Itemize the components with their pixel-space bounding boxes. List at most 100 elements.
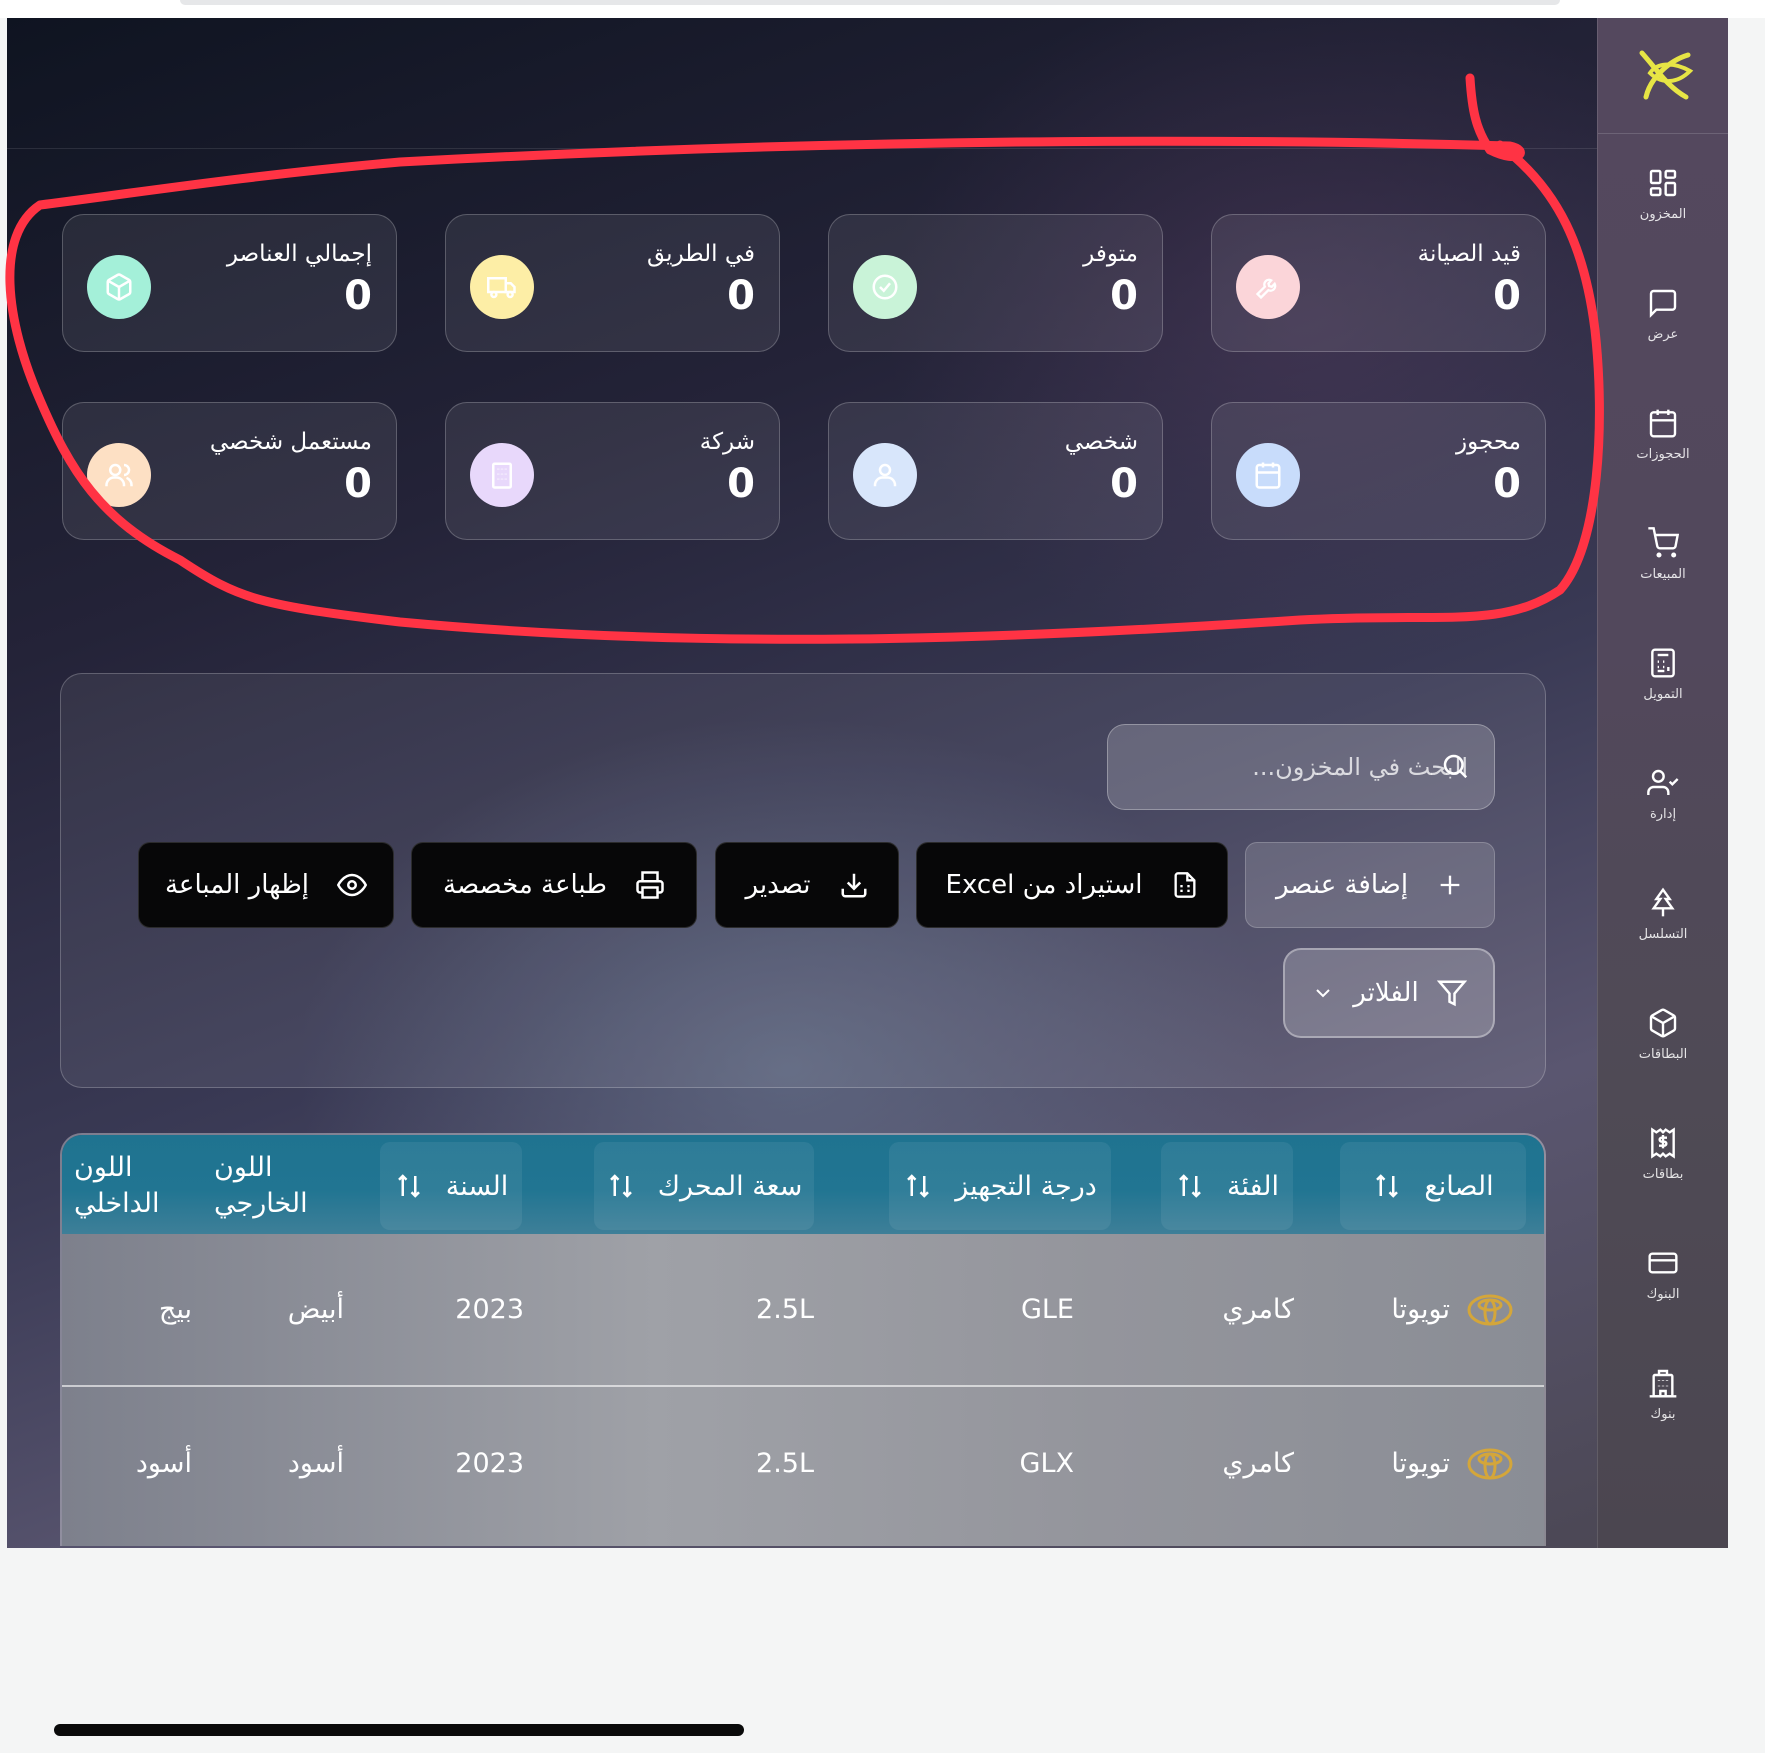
sidebar-item-label: البطاقات <box>1638 1046 1688 1062</box>
credit-card-icon <box>1648 1251 1678 1274</box>
tree-icon <box>1651 887 1675 916</box>
printer-icon <box>636 871 664 899</box>
calculator-icon <box>1651 647 1675 678</box>
stat-card-reserved[interactable]: محجوز 0 <box>1211 402 1546 540</box>
sidebar: المخزون عرض الحجوزات المبيعات التمويل إد… <box>1597 18 1728 1548</box>
custom-print-button[interactable]: طباعة مخصصة <box>411 842 697 928</box>
column-header-trim[interactable]: درجة التجهيز <box>889 1142 1111 1230</box>
column-header-year[interactable]: السنة <box>380 1142 522 1230</box>
stat-title: في الطريق <box>646 241 755 267</box>
sidebar-item-financing[interactable]: التمويل <box>1598 614 1728 734</box>
stat-card-total[interactable]: إجمالي العناصر 0 <box>62 214 397 352</box>
stat-icon-badge <box>470 443 534 507</box>
stat-title: متوفر <box>1083 241 1138 267</box>
cell-manufacturer: تويوتا <box>1391 1234 1514 1385</box>
plus-icon <box>1440 875 1460 895</box>
sidebar-item-cards[interactable]: البطاقات <box>1598 974 1728 1094</box>
dollar-receipt-icon <box>1651 1126 1675 1159</box>
user-icon <box>873 463 897 487</box>
stat-value: 0 <box>344 273 372 319</box>
eye-icon <box>337 873 368 897</box>
stat-card-used-personal[interactable]: مستعمل شخصي 0 <box>62 402 397 540</box>
download-icon <box>841 873 867 898</box>
column-label: الفئة <box>1227 1170 1280 1202</box>
user-check-icon <box>1647 769 1679 795</box>
sidebar-item-label: عرض <box>1647 326 1679 342</box>
cell-category: كامري <box>1222 1448 1294 1479</box>
stat-card-available[interactable]: متوفر 0 <box>828 214 1163 352</box>
stat-icon-badge <box>1236 443 1300 507</box>
table-row[interactable]: تويوتا كامري GLX 2.5L 2023 أسود أسود <box>62 1387 1544 1540</box>
export-label: تصدير <box>745 870 811 900</box>
cell-engine: 2.5L <box>756 1294 814 1325</box>
cell-engine: 2.5L <box>756 1448 814 1479</box>
search-input[interactable] <box>1108 725 1494 809</box>
sidebar-item-banks[interactable]: البنوك <box>1598 1214 1728 1334</box>
add-item-button[interactable]: إضافة عنصر <box>1245 842 1495 928</box>
column-header-category[interactable]: الفئة <box>1161 1142 1293 1230</box>
home-indicator <box>54 1724 744 1736</box>
stat-value: 0 <box>727 461 755 507</box>
sidebar-item-display[interactable]: عرض <box>1598 254 1728 374</box>
filters-dropdown[interactable]: الفلاتر <box>1283 948 1495 1038</box>
table-row[interactable]: تويوتا كامري GLE 2.5L 2023 أبيض بيج <box>62 1234 1544 1387</box>
stats-grid: قيد الصيانة 0 متوفر 0 في الطريق 0 إجمالي… <box>60 214 1546 540</box>
search-box[interactable] <box>1107 724 1495 810</box>
calendar-icon <box>1255 462 1281 489</box>
column-label: اللون <box>214 1152 273 1184</box>
stat-icon-badge <box>853 443 917 507</box>
stat-value: 0 <box>727 273 755 319</box>
cell-trim: GLX <box>1019 1448 1074 1479</box>
toolbar-panel: إضافة عنصر استيراد من Excel تصدير طباعة … <box>60 673 1546 1088</box>
stat-card-maintenance[interactable]: قيد الصيانة 0 <box>1211 214 1546 352</box>
column-label: درجة التجهيز <box>955 1170 1097 1202</box>
column-label: الصانع <box>1424 1170 1494 1202</box>
cell-exterior: أسود <box>287 1448 344 1479</box>
sidebar-item-inventory[interactable]: المخزون <box>1598 134 1728 254</box>
search-icon <box>1443 754 1468 779</box>
column-header-engine[interactable]: سعة المحرك <box>594 1142 814 1230</box>
sort-icon <box>907 1174 930 1198</box>
import-excel-button[interactable]: استيراد من Excel <box>916 842 1228 928</box>
export-button[interactable]: تصدير <box>715 842 899 928</box>
filters-label: الفلاتر <box>1353 978 1419 1008</box>
sidebar-item-label: بنوك <box>1650 1406 1676 1422</box>
users-icon <box>105 463 133 487</box>
sort-icon <box>397 1174 420 1198</box>
show-sold-label: إظهار المباعة <box>164 870 310 900</box>
cell-exterior: أبيض <box>287 1294 344 1325</box>
column-label: الداخلي <box>74 1188 160 1219</box>
stat-title: إجمالي العناصر <box>226 241 372 267</box>
show-sold-button[interactable]: إظهار المباعة <box>138 842 394 928</box>
table-body: تويوتا كامري GLE 2.5L 2023 أبيض بيج تويو… <box>62 1234 1544 1546</box>
stat-title: قيد الصيانة <box>1417 241 1521 267</box>
sidebar-item-banks-2[interactable]: بنوك <box>1598 1334 1728 1454</box>
sidebar-item-sequence[interactable]: التسلسل <box>1598 854 1728 974</box>
cell-text: تويوتا <box>1391 1294 1450 1325</box>
sidebar-item-label: التسلسل <box>1638 926 1688 942</box>
brand-logo[interactable] <box>1598 18 1728 134</box>
building-icon <box>492 462 512 489</box>
sidebar-item-bookings[interactable]: الحجوزات <box>1598 374 1728 494</box>
sidebar-item-sales[interactable]: المبيعات <box>1598 494 1728 614</box>
stat-value: 0 <box>1110 273 1138 319</box>
cell-trim: GLE <box>1020 1294 1074 1325</box>
stat-icon-badge <box>853 255 917 319</box>
sidebar-item-management[interactable]: إدارة <box>1598 734 1728 854</box>
sidebar-item-label: المخزون <box>1639 206 1687 222</box>
stat-title: مستعمل شخصي <box>209 429 372 455</box>
box-icon <box>1649 1008 1677 1037</box>
stat-card-company[interactable]: شركة 0 <box>445 402 780 540</box>
app-window: المخزون عرض الحجوزات المبيعات التمويل إد… <box>7 18 1728 1548</box>
stat-value: 0 <box>1110 461 1138 507</box>
brand-logo-icon <box>1639 50 1694 99</box>
file-spreadsheet-icon <box>1174 872 1195 898</box>
stat-card-personal[interactable]: شخصي 0 <box>828 402 1163 540</box>
calendar-icon <box>1649 409 1677 438</box>
column-label: سعة المحرك <box>657 1170 803 1202</box>
stat-card-in-transit[interactable]: في الطريق 0 <box>445 214 780 352</box>
sidebar-item-cards-2[interactable]: بطاقات <box>1598 1094 1728 1214</box>
sidebar-item-label: إدارة <box>1649 806 1677 822</box>
column-header-manufacturer[interactable]: الصانع <box>1340 1142 1526 1230</box>
column-label: الخارجي <box>214 1188 308 1219</box>
